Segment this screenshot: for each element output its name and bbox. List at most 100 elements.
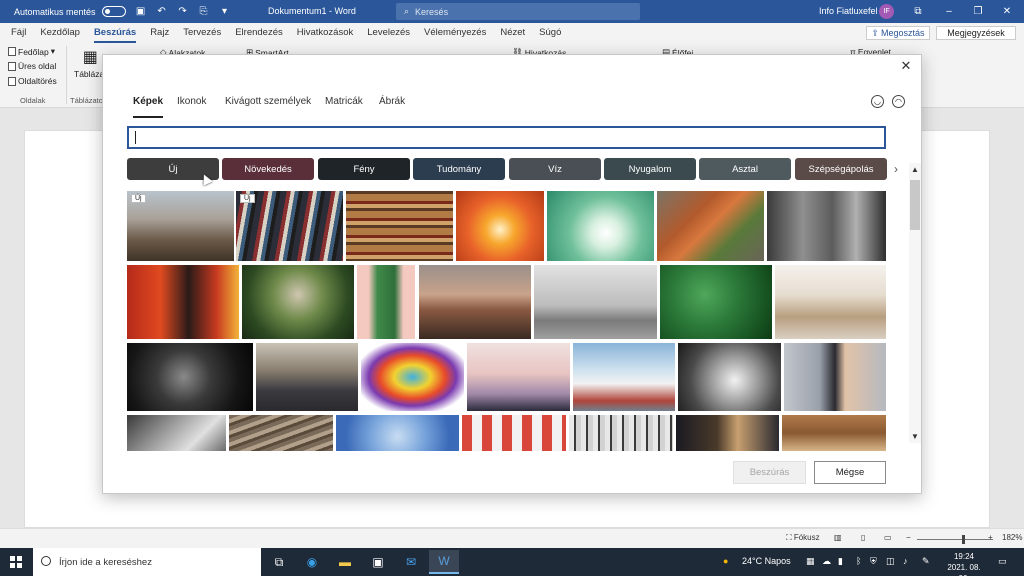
bluetooth-icon[interactable]: ᛒ xyxy=(856,556,861,566)
stock-image-portrait-red[interactable] xyxy=(127,265,239,339)
stock-image-food[interactable] xyxy=(782,415,886,451)
category-table[interactable]: Asztal xyxy=(699,158,791,180)
category-beauty[interactable]: Szépségápolás xyxy=(795,158,887,180)
read-mode-icon[interactable]: ▥ xyxy=(834,533,842,542)
chevron-up-icon[interactable]: ▲ xyxy=(909,165,921,174)
tab-design[interactable]: Tervezés xyxy=(183,23,221,43)
undo-icon[interactable]: ↶ xyxy=(156,6,168,18)
stock-image-architecture[interactable] xyxy=(767,191,886,261)
stock-image-birch-trees[interactable] xyxy=(569,415,673,451)
tab-stickers[interactable]: Matricák xyxy=(325,96,363,112)
stock-image-color-smoke[interactable] xyxy=(361,343,464,411)
stock-image-bookshelf[interactable] xyxy=(346,191,453,261)
category-growth[interactable]: Növekedés xyxy=(222,158,314,180)
clock[interactable]: 19:24 2021. 08. 06. xyxy=(944,551,984,576)
tab-cutout-people[interactable]: Kivágott személyek xyxy=(225,96,311,112)
taskbar-search[interactable]: Írjon ide a kereséshez xyxy=(33,548,261,576)
restore-icon[interactable]: ❐ xyxy=(971,4,985,18)
stock-image-metal[interactable] xyxy=(127,415,226,451)
stock-image-crane[interactable] xyxy=(467,343,570,411)
insert-button[interactable]: Beszúrás xyxy=(733,461,806,484)
tab-layout[interactable]: Elrendezés xyxy=(235,23,283,43)
user-name[interactable]: Info Fiatluxefel xyxy=(819,6,878,16)
stock-image-umbrellas[interactable] xyxy=(462,415,566,451)
tab-references[interactable]: Hivatkozások xyxy=(297,23,354,43)
category-light[interactable]: Fény xyxy=(318,158,410,180)
zoom-out-icon[interactable]: − xyxy=(906,533,911,542)
autosave-toggle[interactable] xyxy=(101,6,126,17)
smile-feedback-icon[interactable]: ◡ xyxy=(871,95,884,108)
category-water[interactable]: Víz xyxy=(509,158,601,180)
onedrive-icon[interactable]: ☁ xyxy=(822,556,831,567)
stock-image-living-room[interactable] xyxy=(256,343,358,411)
stock-image-blue-flowers[interactable] xyxy=(336,415,459,451)
ribbon-display-icon[interactable]: ⧉ xyxy=(911,4,925,18)
share-button[interactable]: ⇪ Megosztás xyxy=(866,26,930,40)
stock-image-cactus[interactable] xyxy=(357,265,415,339)
title-search[interactable]: ⌕ Keresés xyxy=(396,3,640,20)
task-view-icon[interactable]: ⧉ xyxy=(264,550,294,574)
battery-icon[interactable]: ▮ xyxy=(838,556,843,567)
network-icon[interactable]: ◫ xyxy=(886,556,895,567)
stock-image-businesswoman[interactable] xyxy=(784,343,886,411)
stock-image-coast[interactable]: Új xyxy=(127,191,234,261)
tab-home[interactable]: Kezdőlap xyxy=(40,23,80,43)
stock-image-abstract-dark[interactable] xyxy=(127,343,253,411)
redo-icon[interactable]: ↷ xyxy=(177,6,189,18)
category-science[interactable]: Tudomány xyxy=(413,158,505,180)
close-icon[interactable]: ✕ xyxy=(898,58,914,74)
volume-icon[interactable]: ♪ xyxy=(903,556,908,566)
stock-image-wood-texture[interactable] xyxy=(229,415,333,451)
chevron-right-icon[interactable]: › xyxy=(894,162,898,176)
tab-review[interactable]: Véleményezés xyxy=(424,23,486,43)
chevron-down-icon[interactable]: ▼ xyxy=(909,432,921,441)
customize-qat-icon[interactable]: ▾ xyxy=(219,6,231,18)
security-icon[interactable]: ⛨ xyxy=(870,556,877,567)
stock-image-chairs[interactable] xyxy=(775,265,886,339)
pen-icon[interactable]: ✎ xyxy=(922,556,930,567)
stock-image-spiral-stairs[interactable] xyxy=(678,343,781,411)
stock-image-books[interactable]: Új xyxy=(236,191,343,261)
focus-button[interactable]: ⛶ Fókusz xyxy=(786,533,820,543)
scrollbar-thumb[interactable] xyxy=(910,180,920,230)
cover-page-button[interactable]: Fedőlap ▾ xyxy=(8,46,55,57)
tab-file[interactable]: Fájl xyxy=(11,23,26,43)
save-icon[interactable]: ▣ xyxy=(135,6,147,18)
stock-image-balance[interactable] xyxy=(534,265,657,339)
tab-icons[interactable]: Ikonok xyxy=(177,96,206,112)
frown-feedback-icon[interactable]: ◠ xyxy=(892,95,905,108)
word-app-icon[interactable]: W xyxy=(429,550,459,574)
category-calm[interactable]: Nyugalom xyxy=(604,158,696,180)
tray-app-icon[interactable]: ▦ xyxy=(806,556,815,567)
close-window-icon[interactable]: ✕ xyxy=(1000,4,1014,18)
tab-mailings[interactable]: Levelezés xyxy=(367,23,410,43)
zoom-thumb[interactable] xyxy=(962,535,965,544)
page-break-button[interactable]: Oldaltörés xyxy=(8,76,57,86)
stock-image-bridge[interactable] xyxy=(573,343,675,411)
minimize-icon[interactable]: – xyxy=(942,4,956,18)
windows-start-icon[interactable] xyxy=(10,556,22,568)
weather-text[interactable]: 24°C Napos xyxy=(742,556,791,566)
avatar[interactable]: IF xyxy=(879,4,894,19)
comments-button[interactable]: Megjegyzések xyxy=(936,26,1016,40)
tab-insert[interactable]: Beszúrás xyxy=(93,23,137,43)
notifications-icon[interactable]: ▭ xyxy=(998,556,1007,567)
blank-page-button[interactable]: Üres oldal xyxy=(8,61,56,71)
tab-images[interactable]: Képek xyxy=(133,96,164,118)
stock-image-woman-sunset[interactable] xyxy=(419,265,531,339)
image-search-input[interactable] xyxy=(127,126,886,149)
stock-image-person-office[interactable] xyxy=(676,415,779,451)
paste-icon[interactable]: ⎘ xyxy=(198,6,210,18)
edge-icon[interactable]: ◉ xyxy=(297,550,327,574)
tab-illustrations[interactable]: Ábrák xyxy=(379,96,405,112)
file-explorer-icon[interactable]: ▬ xyxy=(330,550,360,574)
zoom-percent[interactable]: 182% xyxy=(1002,533,1022,542)
store-icon[interactable]: ▣ xyxy=(363,550,393,574)
tab-draw[interactable]: Rajz xyxy=(150,23,169,43)
mail-icon[interactable]: ✉ xyxy=(396,550,426,574)
zoom-in-icon[interactable]: + xyxy=(988,533,993,542)
web-layout-icon[interactable]: ▭ xyxy=(884,533,892,542)
stock-image-gardener[interactable] xyxy=(242,265,354,339)
stock-image-flowers[interactable] xyxy=(547,191,654,261)
cancel-button[interactable]: Mégse xyxy=(814,461,886,484)
